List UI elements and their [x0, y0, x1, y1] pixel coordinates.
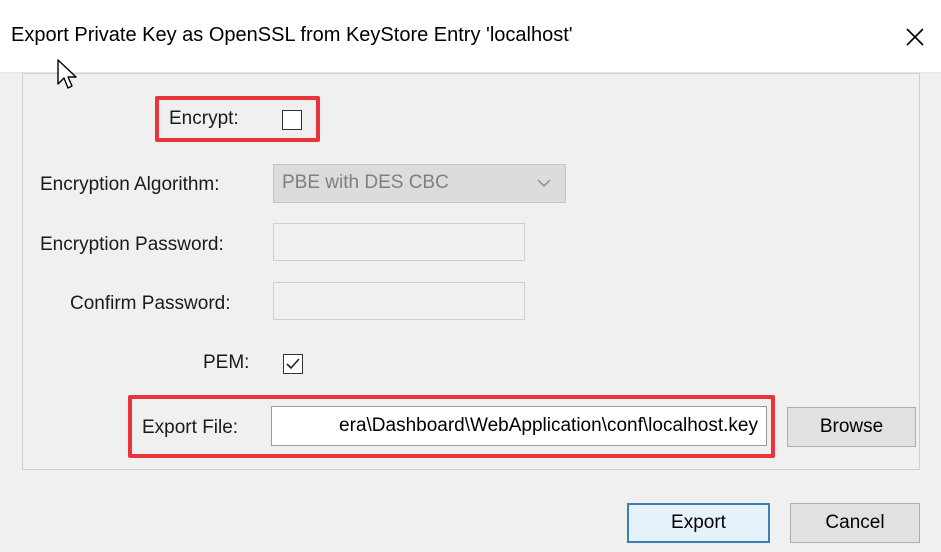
pem-label: PEM: [203, 352, 250, 373]
algorithm-select[interactable]: PBE with DES CBC [273, 164, 566, 203]
algorithm-label: Encryption Algorithm: [40, 174, 220, 195]
confirm-password-field[interactable] [273, 282, 525, 320]
export-file-highlight [128, 395, 775, 458]
title-bar: Export Private Key as OpenSSL from KeySt… [0, 0, 941, 73]
cancel-button[interactable]: Cancel [790, 503, 920, 543]
password-field[interactable] [273, 223, 525, 261]
window-title: Export Private Key as OpenSSL from KeySt… [11, 24, 573, 46]
encrypt-highlight [155, 96, 320, 142]
close-button[interactable] [900, 22, 930, 52]
close-icon [906, 28, 924, 46]
browse-button[interactable]: Browse [787, 407, 916, 447]
confirm-label: Confirm Password: [70, 293, 231, 314]
export-private-key-dialog: Export Private Key as OpenSSL from KeySt… [0, 0, 941, 552]
chevron-down-icon [537, 179, 551, 187]
export-button[interactable]: Export [627, 503, 770, 543]
password-label: Encryption Password: [40, 234, 224, 255]
pem-checkbox[interactable] [283, 354, 303, 374]
checkmark-icon [286, 358, 300, 370]
mouse-pointer-icon [57, 59, 77, 89]
algorithm-value: PBE with DES CBC [282, 172, 449, 193]
